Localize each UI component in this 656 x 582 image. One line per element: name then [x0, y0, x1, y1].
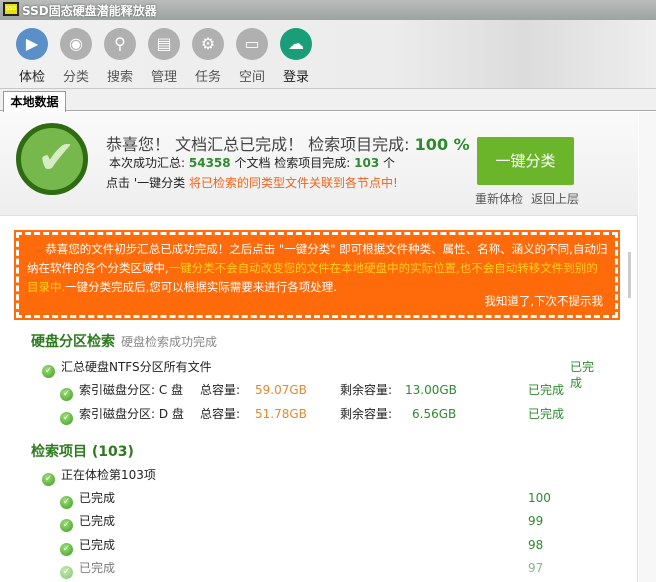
toolbar-search[interactable]: ⚲ 搜索	[98, 24, 142, 85]
partition-row: ✓ 索引磁盘分区: C 盘总容量: 59.07GB 剩余容量: 13.00GB 已完成	[60, 382, 602, 401]
check-icon: ✓	[42, 365, 55, 378]
partition-row: ✓ 索引磁盘分区: D 盘总容量: 51.78GB 剩余容量: 6.56GB 已完成	[60, 406, 602, 425]
check-icon: ✓	[60, 412, 73, 425]
current-item: ✓ 正在体检第103项	[42, 467, 156, 486]
list-item: ✓ 汇总硬盘NTFS分区所有文件 已完成	[42, 359, 602, 390]
completion-percent: 100 %	[414, 135, 470, 154]
list-item: ✓ 已完成 97	[60, 560, 602, 579]
dismiss-notice-link[interactable]: 我知道了,下次不提示我	[484, 292, 603, 311]
hint-line: 点击 '一键分类 将已检索的同类型文件关联到各节点中!	[106, 176, 398, 190]
items-section-title: 检索项目 (103)	[31, 444, 134, 460]
status-text: 已完成	[528, 407, 565, 421]
toolbar-login[interactable]: ☁ 登录	[274, 24, 318, 85]
toolbar-space[interactable]: ▭ 空间	[230, 24, 274, 85]
gear-icon: ⚙	[192, 28, 224, 60]
tab-strip	[0, 89, 656, 111]
cloud-icon: ☁	[280, 28, 312, 60]
classify-icon: ◉	[60, 28, 92, 60]
summary-line: 本次成功汇总: 54358 个文档 检索项目完成: 103 个	[109, 156, 396, 170]
list-item: ✓ 已完成 99	[60, 513, 602, 532]
check-icon: ✓	[42, 473, 55, 486]
check-icon: ✓	[60, 566, 73, 579]
tab-local-data[interactable]: 本地数据	[3, 91, 66, 112]
back-link[interactable]: 返回上层	[531, 190, 579, 207]
check-icon: ✓	[60, 519, 73, 532]
right-panel	[639, 112, 656, 582]
disk-section-title: 硬盘分区检索 硬盘检索成功完成	[31, 334, 218, 350]
app-icon: SSD	[3, 2, 19, 16]
result-title: 恭喜您！ 文档汇总已完成！ 检索项目完成: 100 %	[106, 135, 470, 154]
check-icon: ✓	[60, 388, 73, 401]
toolbar-checkup[interactable]: ▶ 体检	[10, 24, 54, 85]
id-card-icon: ▭	[236, 28, 268, 60]
window-title: SSD固态硬盘潜能释放器	[22, 4, 157, 18]
list-item: ✓ 已完成 100	[60, 490, 602, 509]
notice-box: 恭喜您的文件初步汇总已成功完成！之后点击 "一键分类" 即可根据文件种类、属性、…	[14, 230, 620, 320]
scrollbar[interactable]	[628, 252, 631, 298]
status-text: 已完成	[528, 383, 565, 397]
manage-icon: ▤	[148, 28, 180, 60]
check-icon: ✓	[60, 543, 73, 556]
search-icon: ⚲	[104, 28, 136, 60]
one-click-classify-button[interactable]: 一键分类	[477, 137, 574, 185]
toolbar: ▶ 体检 ◉ 分类 ⚲ 搜索 ▤ 管理 ⚙ 任务 ▭ 空间 ☁ 登录	[0, 20, 656, 89]
checkup-icon: ▶	[16, 28, 48, 60]
toolbar-manage[interactable]: ▤ 管理	[142, 24, 186, 85]
item-count: 103	[354, 156, 380, 170]
check-icon: ✓	[60, 496, 73, 509]
list-item: ✓ 已完成 98	[60, 537, 602, 556]
doc-count: 54358	[188, 156, 231, 170]
toolbar-classify[interactable]: ◉ 分类	[54, 24, 98, 85]
success-check-icon: ✔	[16, 123, 88, 195]
recheck-link[interactable]: 重新体检	[475, 190, 523, 207]
toolbar-tasks[interactable]: ⚙ 任务	[186, 24, 230, 85]
